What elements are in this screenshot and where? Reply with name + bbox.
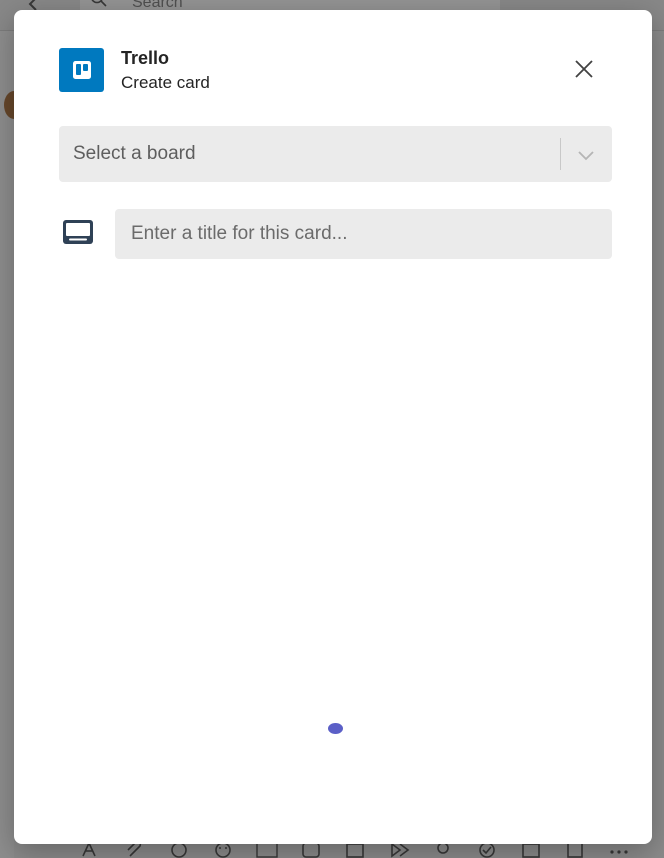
- card-title-input[interactable]: [115, 209, 612, 259]
- trello-create-card-dialog: Trello Create card Select a board: [14, 10, 652, 844]
- card-icon: [63, 220, 93, 244]
- close-button[interactable]: [570, 55, 598, 83]
- dialog-subtitle: Create card: [121, 73, 210, 92]
- board-select-dropdown[interactable]: Select a board: [59, 126, 612, 182]
- close-icon: [575, 60, 593, 78]
- loading-spinner: [328, 723, 343, 734]
- trello-logo-icon: [59, 48, 104, 92]
- chevron-down-icon[interactable]: [575, 144, 597, 166]
- app-name: Trello: [121, 48, 170, 68]
- dropdown-divider: [560, 138, 561, 170]
- board-select-placeholder: Select a board: [73, 143, 196, 164]
